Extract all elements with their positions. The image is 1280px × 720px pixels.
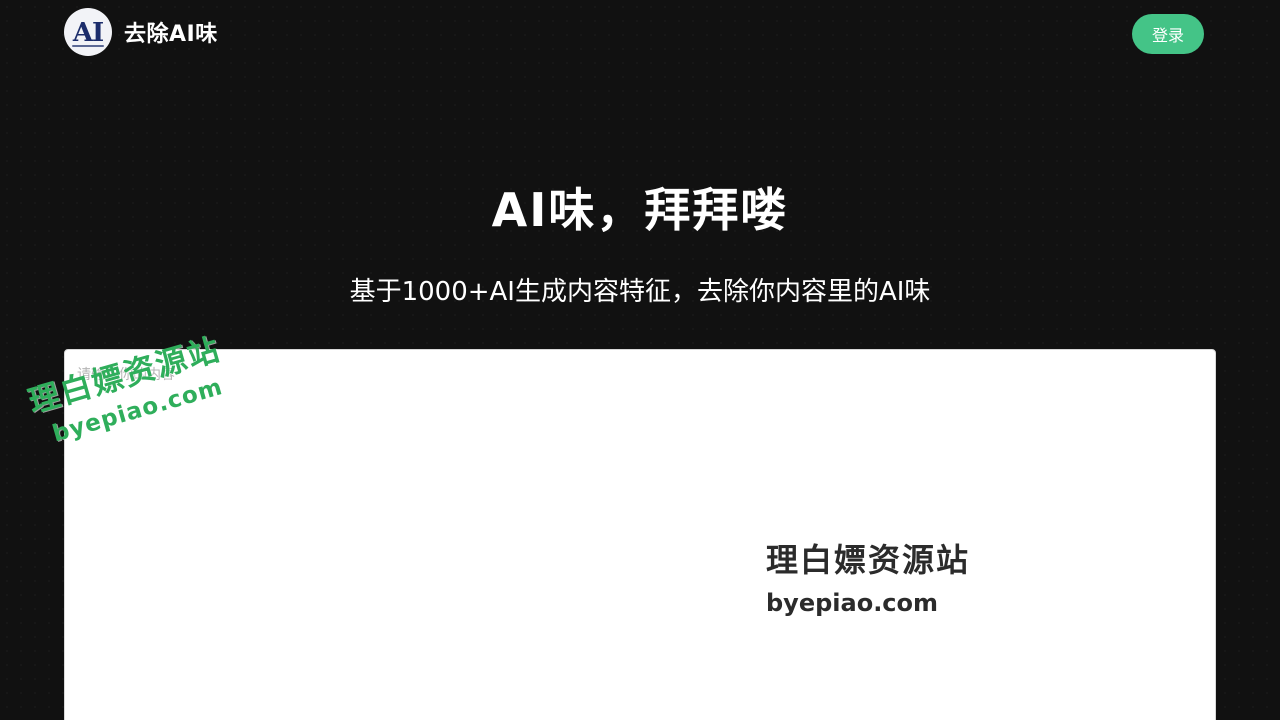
- brand[interactable]: AI 去除AI味: [64, 8, 218, 56]
- logo-text: AI: [72, 18, 104, 48]
- logo-icon: AI: [64, 8, 112, 56]
- content-input[interactable]: [65, 350, 1215, 720]
- page: AI 去除AI味 登录 AI味，拜拜喽 基于1000+AI生成内容特征，去除你内…: [0, 0, 1280, 720]
- login-button[interactable]: 登录: [1132, 14, 1204, 54]
- content-input-container: [64, 349, 1216, 720]
- hero-title: AI味，拜拜喽: [491, 183, 789, 237]
- brand-name: 去除AI味: [124, 22, 218, 47]
- top-navbar: AI 去除AI味 登录: [0, 0, 1280, 64]
- hero-subtitle: 基于1000+AI生成内容特征，去除你内容里的AI味: [349, 277, 931, 307]
